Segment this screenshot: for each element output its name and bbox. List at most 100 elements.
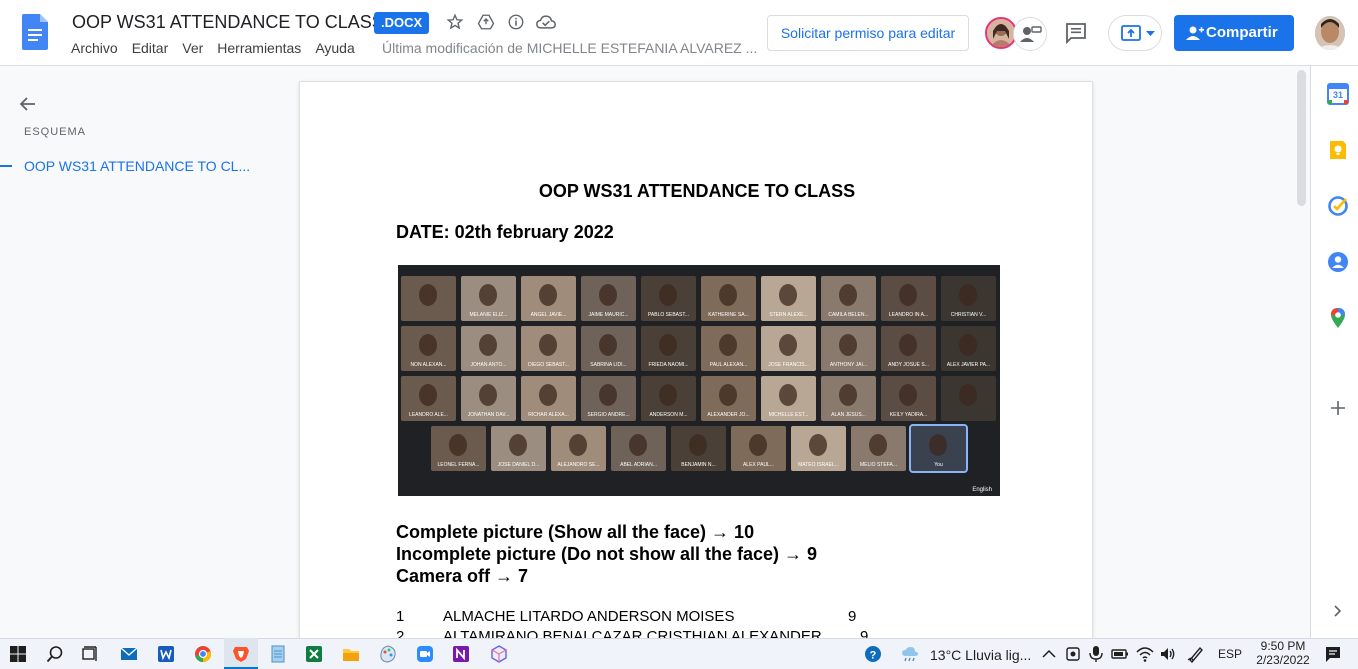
contacts-icon[interactable] [1327, 251, 1349, 273]
weather-icon[interactable] [901, 645, 919, 663]
task-view-icon[interactable] [81, 645, 99, 663]
participant-name: KEILY YADIRA... [889, 412, 928, 418]
participant-name: ALEX PAUL... [742, 462, 775, 468]
file-explorer-icon[interactable] [342, 645, 360, 663]
keep-icon[interactable] [1327, 139, 1349, 161]
participant-video [629, 434, 647, 456]
scrollbar-thumb[interactable] [1297, 70, 1306, 206]
back-arrow-icon[interactable] [18, 94, 38, 114]
maps-icon[interactable] [1327, 307, 1349, 329]
battery-icon[interactable] [1111, 645, 1129, 663]
participant-tile: JOHAN ANTO... [461, 326, 516, 371]
chrome-icon[interactable] [194, 645, 212, 663]
participant-name: JOHAN ANTO... [470, 362, 507, 368]
search-icon[interactable] [46, 645, 64, 663]
document-date: DATE: 02th february 2022 [396, 222, 614, 242]
participant-tile: JOSE DANIEL D... [491, 426, 546, 471]
participant-tile: KATHERINE SA... [701, 276, 756, 321]
request-edit-button[interactable]: Solicitar permiso para editar [767, 15, 969, 51]
participant-tile: ALEXANDER JO... [701, 376, 756, 421]
participant-tile: JOSE FRANCIS... [761, 326, 816, 371]
clock[interactable]: 9:50 PM 2/23/2022 [1252, 639, 1314, 667]
participant-tile: CAMILA BELEN... [821, 276, 876, 321]
grading-criteria: Complete picture (Show all the face) → 1… [396, 521, 817, 587]
participant-name: KATHERINE SA... [708, 312, 749, 318]
participant-tile: SERGIO ANDRE... [581, 376, 636, 421]
participant-video [479, 284, 497, 306]
participant-video [779, 334, 797, 356]
menu-ver[interactable]: Ver [182, 40, 203, 56]
notepad-icon[interactable] [269, 645, 287, 663]
meeting-screenshot[interactable]: English MELANIE ELIZ... ANGEL JAVIE... JAI… [398, 265, 1000, 496]
document-page[interactable]: OOP WS31 ATTENDANCE TO CLASS DATE: 02th … [299, 81, 1093, 669]
calendar-icon[interactable]: 31 [1327, 83, 1349, 105]
participant-video [419, 284, 437, 306]
menu-ayuda[interactable]: Ayuda [315, 40, 354, 56]
docs-window: OOP WS31 ATTENDANCE TO CLASS .DOCX Archi… [0, 0, 1358, 669]
anonymous-viewers-icon[interactable] [1013, 17, 1047, 51]
participant-tile: DIEGO SEBAST... [521, 326, 576, 371]
onenote-icon[interactable] [452, 645, 470, 663]
info-icon[interactable] [505, 11, 527, 33]
outline-active-indicator [0, 165, 12, 167]
participant-video [719, 384, 737, 406]
weather-text[interactable]: 13°C Lluvia lig... [930, 647, 1031, 663]
participant-tile: BENJAMIN N... [671, 426, 726, 471]
menu-herramientas[interactable]: Herramientas [217, 40, 301, 56]
outline-item-title[interactable]: OOP WS31 ATTENDANCE TO CL... [24, 158, 254, 174]
help-icon[interactable]: ? [864, 645, 882, 663]
participant-tile: ALEX JAVIER PA... [941, 326, 996, 371]
participant-video [809, 434, 827, 456]
wifi-icon[interactable] [1136, 645, 1154, 663]
menu-archivo[interactable]: Archivo [71, 40, 118, 56]
participant-video [599, 384, 617, 406]
expand-icon[interactable] [1327, 600, 1349, 622]
account-avatar[interactable] [1315, 16, 1345, 50]
cloud-status-icon[interactable] [535, 11, 557, 33]
menu-editar[interactable]: Editar [132, 40, 169, 56]
excel-icon[interactable] [305, 645, 323, 663]
share-button[interactable]: Compartir [1174, 15, 1294, 51]
paint-icon[interactable] [379, 645, 397, 663]
move-to-drive-icon[interactable] [475, 11, 497, 33]
zoom-icon[interactable] [416, 645, 434, 663]
add-icon[interactable] [1327, 397, 1349, 419]
pen-icon[interactable] [1187, 645, 1205, 663]
volume-icon[interactable] [1159, 645, 1177, 663]
participant-tile: ANGEL JAVIE... [521, 276, 576, 321]
last-modified-link[interactable]: Última modificación de MICHELLE ESTEFANI… [382, 40, 757, 56]
3d-viewer-icon[interactable] [490, 645, 508, 663]
participant-video [509, 434, 527, 456]
windows-start-icon[interactable] [9, 645, 27, 663]
document-title[interactable]: OOP WS31 ATTENDANCE TO CLASS [72, 12, 384, 33]
participant-video [479, 334, 497, 356]
participant-video [449, 434, 467, 456]
participant-tile: CHRISTIAN V... [941, 276, 996, 321]
participant-name: FRIEDA NAOMI... [648, 362, 689, 368]
svg-text:?: ? [870, 650, 877, 662]
microphone-icon[interactable] [1087, 645, 1105, 663]
star-icon[interactable] [444, 11, 466, 33]
participant-video [599, 334, 617, 356]
participant-tile: NON ALEXAN... [401, 326, 456, 371]
screen-capture-icon[interactable] [1064, 645, 1082, 663]
notifications-icon[interactable] [1324, 645, 1342, 663]
comments-icon[interactable] [1064, 22, 1088, 45]
mail-icon[interactable] [120, 645, 138, 663]
participant-tile: JONATHAN DAV... [461, 376, 516, 421]
docs-logo-icon[interactable] [22, 14, 48, 50]
participant-video [539, 284, 557, 306]
participant-name: STERN ALEXE... [769, 312, 808, 318]
participant-tile: You [909, 424, 968, 473]
participant-tile: LEANDRO IN A... [881, 276, 936, 321]
participant-tile: MELIO STEFA... [851, 426, 906, 471]
present-button[interactable] [1108, 15, 1162, 51]
grading-line-camera-off: Camera off → 7 [396, 566, 529, 586]
participant-video [479, 384, 497, 406]
participant-tile [401, 276, 456, 321]
chevron-up-icon[interactable] [1040, 645, 1058, 663]
brave-icon[interactable] [232, 645, 250, 663]
tasks-icon[interactable] [1327, 195, 1349, 217]
input-language[interactable]: ESP [1218, 647, 1242, 661]
word-icon[interactable] [157, 645, 175, 663]
